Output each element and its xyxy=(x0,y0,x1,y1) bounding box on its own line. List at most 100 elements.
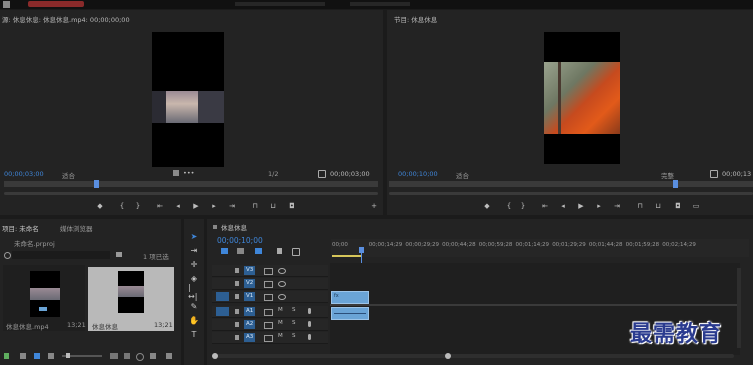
work-area-bar[interactable] xyxy=(332,255,362,257)
program-step-back-icon[interactable]: ◂ xyxy=(559,202,567,210)
sync-lock-icon[interactable] xyxy=(264,294,273,301)
program-fit-dropdown[interactable]: 适合 xyxy=(456,170,469,180)
solo-track-button[interactable]: S xyxy=(292,333,296,339)
slip-tool-icon[interactable]: |↔| xyxy=(188,283,200,301)
pen-tool-icon[interactable]: ✎ xyxy=(188,301,200,311)
program-time-ruler[interactable] xyxy=(389,181,753,187)
source-timecode-current[interactable]: 00;00;03;00 xyxy=(4,170,44,178)
workspace-tabs-2[interactable] xyxy=(350,2,410,6)
solo-track-button[interactable]: S xyxy=(292,307,296,313)
audio-clip[interactable] xyxy=(331,307,369,320)
track-label[interactable]: V2 xyxy=(244,279,256,288)
extract-icon[interactable]: ⊔ xyxy=(653,202,663,210)
add-button-icon[interactable]: + xyxy=(370,202,378,210)
timeline-tab[interactable]: 休息休息 xyxy=(221,222,247,232)
lock-track-icon[interactable] xyxy=(235,281,239,286)
new-item-icon[interactable] xyxy=(150,353,156,359)
lock-track-icon[interactable] xyxy=(235,335,239,340)
timeline-scroll-handle-right[interactable] xyxy=(445,353,451,359)
source-patch[interactable] xyxy=(216,307,229,316)
project-search-input[interactable] xyxy=(12,251,110,259)
go-to-in-icon[interactable]: ⇤ xyxy=(156,202,164,210)
timeline-horizontal-scrollbar[interactable] xyxy=(212,354,734,358)
program-monitor-tab[interactable]: 节目: 休息休息 xyxy=(394,14,437,24)
search-icon[interactable] xyxy=(4,252,11,259)
source-patch[interactable] xyxy=(216,292,229,301)
video-clip[interactable]: fx xyxy=(331,291,369,304)
sync-lock-icon[interactable] xyxy=(264,335,273,342)
timeline-settings-icon[interactable] xyxy=(292,248,300,256)
sync-lock-icon[interactable] xyxy=(264,268,273,275)
microphone-icon[interactable] xyxy=(308,308,311,314)
comparison-view-icon[interactable]: ▭ xyxy=(691,202,701,210)
mute-track-button[interactable]: M xyxy=(278,320,283,326)
menu-bar-highlight[interactable] xyxy=(28,1,84,7)
program-mark-in-icon[interactable]: { xyxy=(505,202,513,210)
zoom-slider-handle[interactable] xyxy=(66,353,70,358)
timeline-vertical-scrollbar[interactable] xyxy=(737,268,741,348)
source-patch[interactable] xyxy=(216,333,229,342)
wrench-icon[interactable] xyxy=(318,170,326,178)
sort-icon[interactable] xyxy=(110,353,118,359)
step-forward-icon[interactable]: ▸ xyxy=(210,202,218,210)
play-icon[interactable]: ▶ xyxy=(192,202,200,210)
automate-icon[interactable] xyxy=(124,353,130,359)
hand-tool-icon[interactable]: ✋ xyxy=(188,315,200,325)
new-bin-icon[interactable] xyxy=(116,252,122,257)
lock-track-icon[interactable] xyxy=(235,294,239,299)
lock-track-icon[interactable] xyxy=(235,309,239,314)
source-dots-icon[interactable]: ••• xyxy=(183,169,195,177)
add-marker-icon[interactable]: ◆ xyxy=(96,202,104,210)
solo-track-button[interactable]: S xyxy=(292,320,296,326)
mark-out-icon[interactable]: } xyxy=(134,202,142,210)
source-monitor-tab[interactable]: 源: 休息休息: 休息休息.mp4: 00;00;00;00 xyxy=(2,14,130,24)
mark-in-icon[interactable]: { xyxy=(118,202,126,210)
track-label[interactable]: A1 xyxy=(244,307,256,316)
track-label[interactable]: A2 xyxy=(244,320,256,329)
ripple-edit-icon[interactable]: ✛ xyxy=(188,259,200,269)
lock-icon[interactable] xyxy=(4,353,9,359)
program-step-forward-icon[interactable]: ▸ xyxy=(595,202,603,210)
source-export-frame-icon[interactable] xyxy=(173,170,179,176)
program-playhead[interactable] xyxy=(672,180,678,188)
overwrite-icon[interactable]: ⊔ xyxy=(268,202,278,210)
razor-tool-icon[interactable]: ◈ xyxy=(188,273,200,283)
add-marker-timeline-icon[interactable] xyxy=(255,248,262,254)
lock-track-icon[interactable] xyxy=(235,322,239,327)
insert-icon[interactable]: ⊓ xyxy=(250,202,260,210)
media-browser-tab[interactable]: 媒体浏览器 xyxy=(60,223,93,233)
find-icon[interactable] xyxy=(136,353,144,361)
program-wrench-icon[interactable] xyxy=(710,170,718,178)
program-zoom-scrollbar[interactable] xyxy=(389,192,753,195)
microphone-icon[interactable] xyxy=(308,334,311,340)
program-full-dropdown[interactable]: 完整 xyxy=(661,170,674,180)
source-patch[interactable] xyxy=(216,320,229,329)
track-label[interactable]: V3 xyxy=(244,266,256,275)
timeline-close-icon[interactable] xyxy=(213,225,217,229)
sync-lock-icon[interactable] xyxy=(264,309,273,316)
snap-icon[interactable] xyxy=(221,248,228,254)
track-label[interactable]: V1 xyxy=(244,292,256,301)
trash-icon[interactable] xyxy=(166,353,172,359)
step-back-icon[interactable]: ◂ xyxy=(174,202,182,210)
sync-lock-icon[interactable] xyxy=(264,281,273,288)
linked-selection-icon[interactable] xyxy=(237,248,244,254)
source-time-ruler[interactable] xyxy=(4,181,378,187)
timeline-marker-icon[interactable] xyxy=(277,248,282,254)
source-fraction-dropdown[interactable]: 1/2 xyxy=(268,170,278,178)
eye-icon[interactable] xyxy=(278,268,286,274)
go-to-out-icon[interactable]: ⇥ xyxy=(228,202,236,210)
workspace-tabs[interactable] xyxy=(235,2,325,6)
microphone-icon[interactable] xyxy=(308,321,311,327)
source-patch[interactable] xyxy=(216,279,229,288)
freeform-view-icon[interactable] xyxy=(48,353,54,359)
lift-icon[interactable]: ⊓ xyxy=(635,202,645,210)
project-item-clip[interactable]: 休息休息.mp4 13;21 xyxy=(3,265,86,331)
list-view-icon[interactable] xyxy=(20,353,26,359)
eye-icon[interactable] xyxy=(278,281,286,287)
project-tab[interactable]: 项目: 未命名 xyxy=(2,223,39,233)
timeline-timecode[interactable]: 00;00;10;00 xyxy=(217,236,263,245)
mute-track-button[interactable]: M xyxy=(278,307,283,313)
camera-icon[interactable]: ◘ xyxy=(287,202,297,210)
program-camera-icon[interactable]: ◘ xyxy=(673,202,683,210)
